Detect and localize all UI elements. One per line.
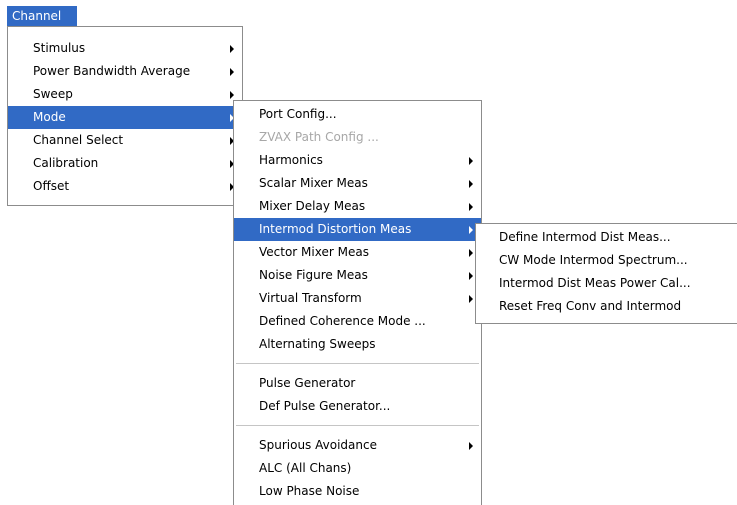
menu-item-power-bandwidth-average[interactable]: Power Bandwidth Average: [8, 60, 242, 83]
menu-item-mode[interactable]: Mode: [8, 106, 242, 129]
menu-item-intermod-distortion-meas[interactable]: Intermod Distortion Meas: [234, 218, 481, 241]
menu-item-define-intermod-dist-meas[interactable]: Define Intermod Dist Meas...: [476, 226, 737, 249]
menu-item-label: Port Config...: [259, 107, 337, 121]
submenu-arrow-icon: [230, 68, 234, 76]
menu-item-zvax-path-config: ZVAX Path Config ...: [234, 126, 481, 149]
menu-item-virtual-transform[interactable]: Virtual Transform: [234, 287, 481, 310]
menu-item-stimulus[interactable]: Stimulus: [8, 37, 242, 60]
menu-item-label: Mixer Delay Meas: [259, 199, 366, 213]
menu-item-label: Harmonics: [259, 153, 323, 167]
menu-separator: [236, 425, 479, 426]
submenu-arrow-icon: [469, 157, 473, 165]
menu-item-label: Spurious Avoidance: [259, 438, 377, 452]
submenu-arrow-icon: [230, 91, 234, 99]
menu-item-mixer-delay-meas[interactable]: Mixer Delay Meas: [234, 195, 481, 218]
menu-item-label: Def Pulse Generator...: [259, 399, 391, 413]
menu-item-label: Define Intermod Dist Meas...: [499, 230, 671, 244]
menu-item-label: Mode: [33, 110, 66, 124]
menu-item-sweep[interactable]: Sweep: [8, 83, 242, 106]
submenu-arrow-icon: [469, 180, 473, 188]
menu-item-vector-mixer-meas[interactable]: Vector Mixer Meas: [234, 241, 481, 264]
menu-item-offset[interactable]: Offset: [8, 175, 242, 198]
menu-item-label: ALC (All Chans): [259, 461, 352, 475]
menu-item-label: Stimulus: [33, 41, 86, 55]
menu-item-scalar-mixer-meas[interactable]: Scalar Mixer Meas: [234, 172, 481, 195]
menu-item-label: Power Bandwidth Average: [33, 64, 191, 78]
menu-item-alc-all-chans[interactable]: ALC (All Chans): [234, 457, 481, 480]
submenu-arrow-icon: [469, 203, 473, 211]
intermod-submenu: Define Intermod Dist Meas... CW Mode Int…: [475, 223, 737, 324]
menu-item-spurious-avoidance[interactable]: Spurious Avoidance: [234, 434, 481, 457]
menu-item-label: Low Phase Noise: [259, 484, 360, 498]
channel-menu: Stimulus Power Bandwidth Average Sweep M…: [7, 26, 243, 206]
menu-item-label: Noise Figure Meas: [259, 268, 368, 282]
menu-item-label: Scalar Mixer Meas: [259, 176, 368, 190]
menu-item-label: ZVAX Path Config ...: [259, 130, 379, 144]
menu-item-port-config[interactable]: Port Config...: [234, 103, 481, 126]
menu-item-label: Defined Coherence Mode ...: [259, 314, 426, 328]
submenu-arrow-icon: [469, 226, 473, 234]
menu-item-label: Vector Mixer Meas: [259, 245, 369, 259]
menu-item-harmonics[interactable]: Harmonics: [234, 149, 481, 172]
menu-item-channel-select[interactable]: Channel Select: [8, 129, 242, 152]
menu-item-label: Alternating Sweeps: [259, 337, 376, 351]
menu-item-alternating-sweeps[interactable]: Alternating Sweeps: [234, 333, 481, 356]
menu-item-label: Virtual Transform: [259, 291, 362, 305]
submenu-arrow-icon: [469, 295, 473, 303]
menu-item-low-phase-noise[interactable]: Low Phase Noise: [234, 480, 481, 503]
submenu-arrow-icon: [469, 442, 473, 450]
submenu-arrow-icon: [469, 249, 473, 257]
menu-item-intermod-dist-meas-power-cal[interactable]: Intermod Dist Meas Power Cal...: [476, 272, 737, 295]
menu-item-label: Calibration: [33, 156, 99, 170]
menu-item-label: Intermod Distortion Meas: [259, 222, 412, 236]
menu-item-defined-coherence-mode[interactable]: Defined Coherence Mode ...: [234, 310, 481, 333]
menu-item-label: Intermod Dist Meas Power Cal...: [499, 276, 691, 290]
menu-item-label: Pulse Generator: [259, 376, 356, 390]
menu-separator: [236, 363, 479, 364]
mode-submenu: Port Config... ZVAX Path Config ... Harm…: [233, 100, 482, 505]
menu-item-label: Sweep: [33, 87, 73, 101]
menu-item-label: Offset: [33, 179, 70, 193]
menu-item-noise-figure-meas[interactable]: Noise Figure Meas: [234, 264, 481, 287]
menu-item-pulse-generator[interactable]: Pulse Generator: [234, 372, 481, 395]
menu-item-calibration[interactable]: Calibration: [8, 152, 242, 175]
menu-item-reset-freq-conv-and-intermod[interactable]: Reset Freq Conv and Intermod: [476, 295, 737, 318]
menu-item-def-pulse-generator[interactable]: Def Pulse Generator...: [234, 395, 481, 418]
menu-item-label: Channel Select: [33, 133, 124, 147]
menu-item-label: Reset Freq Conv and Intermod: [499, 299, 682, 313]
menu-item-cw-mode-intermod-spectrum[interactable]: CW Mode Intermod Spectrum...: [476, 249, 737, 272]
submenu-arrow-icon: [469, 272, 473, 280]
menu-item-label: CW Mode Intermod Spectrum...: [499, 253, 688, 267]
menu-channel[interactable]: Channel: [7, 6, 77, 26]
submenu-arrow-icon: [230, 45, 234, 53]
